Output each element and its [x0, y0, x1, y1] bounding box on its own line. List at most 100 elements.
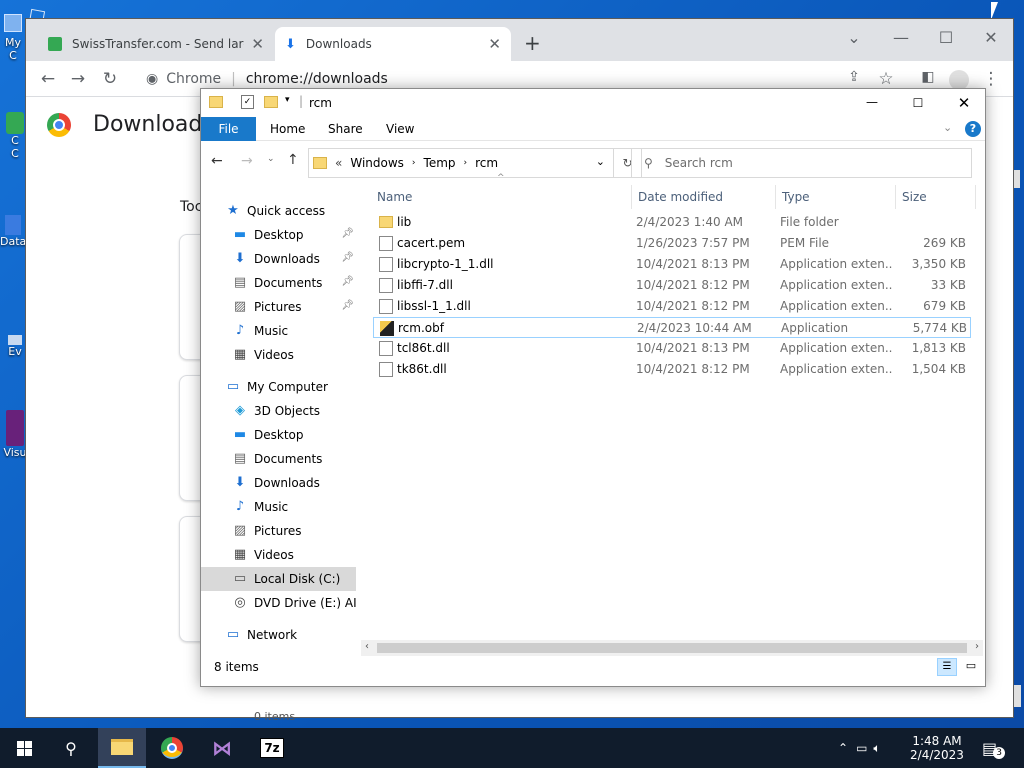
file-row[interactable]: rcm.obf 2/4/2023 10:44 AM Application 5,774…: [373, 317, 971, 338]
file-row[interactable]: tk86t.dll 10/4/2021 8:12 PM Application ex…: [373, 359, 971, 380]
explorer-close-button[interactable]: ✕: [941, 89, 987, 117]
side-panel-icon[interactable]: ◧: [918, 69, 938, 85]
taskbar-7zip[interactable]: 7z: [248, 728, 296, 768]
file-row[interactable]: libffi-7.dll 10/4/2021 8:12 PM Application…: [373, 275, 971, 296]
nav-item[interactable]: ▭ Network: [201, 623, 356, 643]
tab-search-icon[interactable]: ⌄: [831, 24, 877, 52]
bookmark-star-icon[interactable]: ☆: [876, 69, 896, 89]
search-button[interactable]: ⚲: [48, 728, 94, 768]
ribbon-tab-home[interactable]: Home: [256, 117, 319, 141]
column-type[interactable]: Type: [776, 185, 896, 209]
up-icon[interactable]: ↑: [287, 152, 299, 168]
file-type: Application exten...: [780, 278, 892, 292]
file-type: Application exten...: [780, 257, 892, 271]
file-row[interactable]: libcrypto-1_1.dll 10/4/2021 8:13 PM Applic…: [373, 254, 971, 275]
details-view-icon[interactable]: ☰: [937, 658, 957, 676]
search-input[interactable]: ⚲ Search rcm: [631, 148, 972, 178]
nav-item[interactable]: ▬ Desktop: [201, 423, 356, 447]
action-center-button[interactable]: ▤ 3: [982, 728, 1006, 768]
ribbon-tab-view[interactable]: View: [372, 117, 428, 141]
start-button[interactable]: [0, 728, 48, 768]
column-name[interactable]: Name: [371, 185, 632, 209]
back-icon[interactable]: ←: [211, 153, 223, 169]
profile-avatar-icon[interactable]: [949, 70, 969, 90]
nav-item[interactable]: ▦ Videos: [201, 343, 356, 367]
pin-icon: 📌︎: [341, 276, 354, 287]
ribbon-tab-file[interactable]: File: [201, 117, 256, 141]
file-date: 10/4/2021 8:13 PM: [636, 341, 750, 355]
nav-item[interactable]: ▤ Documents 📌︎: [201, 271, 356, 295]
help-icon[interactable]: ?: [965, 121, 981, 137]
nav-item[interactable]: ▨ Pictures: [201, 519, 356, 543]
taskbar-file-explorer[interactable]: [98, 728, 146, 768]
nav-item[interactable]: ▭ Local Disk (C:): [201, 567, 356, 591]
maximize-button[interactable]: ☐: [923, 24, 969, 52]
pictures-icon: ▨: [233, 299, 247, 314]
file-row[interactable]: libssl-1_1.dll 10/4/2021 8:12 PM Applicati…: [373, 296, 971, 317]
nav-item[interactable]: ★ Quick access: [201, 199, 356, 223]
reload-icon[interactable]: ↻: [100, 69, 120, 89]
forward-icon[interactable]: →: [68, 69, 88, 89]
file-row[interactable]: lib 2/4/2023 1:40 AM File folder: [373, 212, 971, 233]
clock[interactable]: 1:48 AM 2/4/2023: [908, 728, 966, 768]
address-bar-row: ← → ⌄ ↑ « Windows › Temp › rcm ⌄ ↻ ⚲ Sea…: [201, 141, 985, 181]
videos-icon: ▦: [233, 547, 247, 562]
column-date[interactable]: Date modified: [632, 185, 776, 209]
address-dropdown-icon[interactable]: ⌄: [596, 155, 605, 168]
nav-item[interactable]: ♪ Music: [201, 319, 356, 343]
nav-item[interactable]: ▤ Documents: [201, 447, 356, 471]
nav-item[interactable]: ▦ Videos: [201, 543, 356, 567]
new-tab-button[interactable]: +: [524, 31, 541, 55]
tab-swisstransfer[interactable]: SwissTransfer.com - Send large fi ✕: [38, 27, 274, 61]
taskbar-visual-studio[interactable]: ⋈: [198, 728, 246, 768]
show-hidden-icons-icon[interactable]: ⌃: [838, 741, 848, 755]
file-row[interactable]: cacert.pem 1/26/2023 7:57 PM PEM File 269 K…: [373, 233, 971, 254]
tab-downloads[interactable]: ⬇ Downloads ✕: [275, 27, 511, 61]
desktop-icon-1[interactable]: My C: [0, 10, 26, 70]
breadcrumb-temp[interactable]: Temp: [424, 156, 456, 170]
file-date: 2/4/2023 1:40 AM: [636, 215, 744, 229]
close-tab-icon[interactable]: ✕: [251, 35, 264, 53]
nav-item[interactable]: ▭ My Computer: [201, 375, 356, 399]
close-tab-icon[interactable]: ✕: [488, 35, 501, 53]
back-icon[interactable]: ←: [38, 69, 58, 89]
horizontal-scrollbar[interactable]: ‹ ›: [361, 640, 983, 656]
swisstransfer-icon: [48, 37, 62, 51]
scroll-thumb[interactable]: [377, 643, 967, 653]
nav-item[interactable]: ◎DVD Drive (E:) AIDEI: [201, 591, 356, 615]
large-icons-view-icon[interactable]: ▭: [961, 658, 981, 676]
nav-item[interactable]: ♪ Music: [201, 495, 356, 519]
quick-access-dropdown-icon[interactable]: ▾: [285, 95, 290, 105]
address-path[interactable]: « Windows › Temp › rcm ⌄: [308, 148, 614, 178]
explorer-minimize-button[interactable]: —: [849, 89, 895, 117]
nav-item[interactable]: ⬇ Downloads: [201, 471, 356, 495]
breadcrumb-rcm[interactable]: rcm: [475, 156, 498, 170]
more-menu-icon[interactable]: ⋮: [981, 69, 1001, 89]
forward-icon[interactable]: →: [241, 153, 253, 169]
close-button[interactable]: ✕: [968, 24, 1014, 52]
scroll-left-icon[interactable]: ‹: [365, 641, 369, 652]
clock-time: 1:48 AM: [912, 734, 962, 748]
file-name: libssl-1_1.dll: [397, 299, 471, 313]
expand-ribbon-icon[interactable]: ⌄: [943, 121, 952, 134]
breadcrumb-windows[interactable]: Windows: [350, 156, 404, 170]
dll-icon: [379, 299, 393, 314]
column-size[interactable]: Size: [896, 185, 976, 209]
taskbar-chrome[interactable]: [148, 728, 196, 768]
explorer-maximize-button[interactable]: ☐: [895, 89, 941, 117]
nav-item[interactable]: ⬇ Downloads 📌︎: [201, 247, 356, 271]
ribbon-tab-share[interactable]: Share: [314, 117, 377, 141]
nav-item[interactable]: ▨ Pictures 📌︎: [201, 295, 356, 319]
minimize-button[interactable]: —: [878, 24, 924, 52]
properties-icon[interactable]: ✓: [241, 95, 254, 109]
volume-icon[interactable]: 🔈︎: [873, 741, 880, 756]
scroll-right-icon[interactable]: ›: [975, 641, 979, 652]
file-row[interactable]: tcl86t.dll 10/4/2021 8:13 PM Application e…: [373, 338, 971, 359]
desktop-icon-data[interactable]: Data: [0, 215, 26, 270]
share-icon[interactable]: ⇪: [844, 69, 864, 85]
recent-locations-icon[interactable]: ⌄: [267, 154, 275, 164]
new-folder-icon[interactable]: [264, 96, 278, 108]
network-icon[interactable]: ▭: [856, 741, 867, 755]
nav-item[interactable]: ◈ 3D Objects: [201, 399, 356, 423]
nav-item[interactable]: ▬ Desktop 📌︎: [201, 223, 356, 247]
